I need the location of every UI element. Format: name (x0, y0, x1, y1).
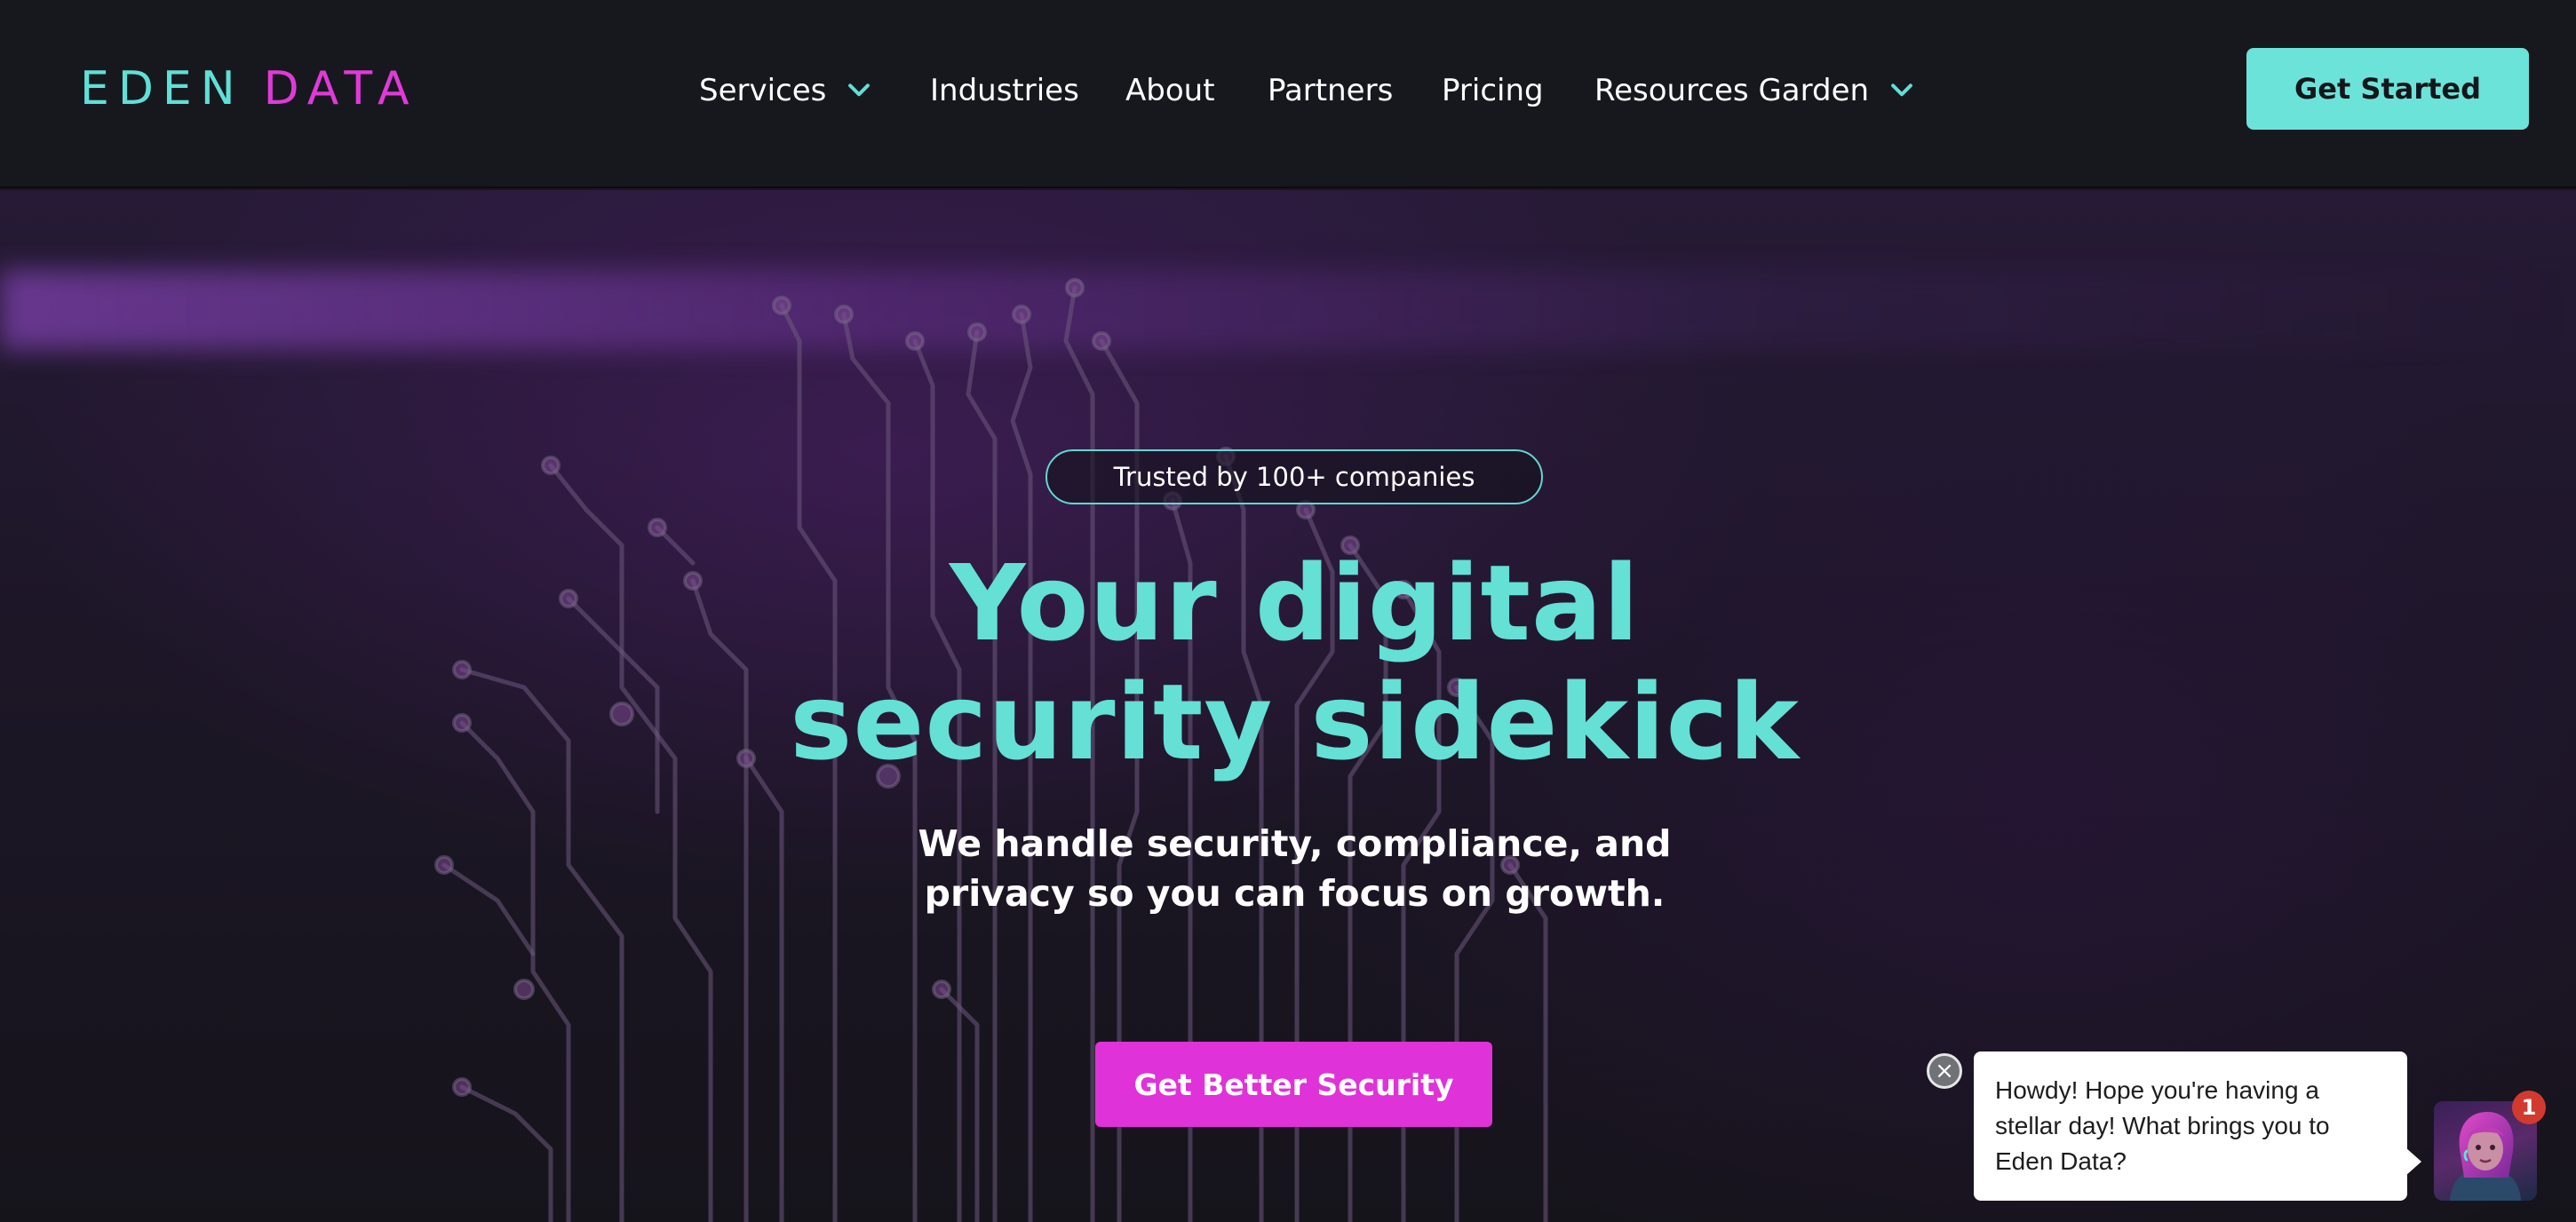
chat-message-text: Howdy! Hope you're having a stellar day!… (1995, 1076, 2330, 1175)
nav-item-services[interactable]: Services (699, 66, 874, 115)
nav-item-industries[interactable]: Industries (930, 66, 1079, 115)
logo-eden-text: EDEN (80, 62, 244, 115)
site-header: EDEN DATA Services Industries About Partn… (0, 0, 2576, 188)
nav-partners-label: Partners (1268, 73, 1394, 108)
nav-services-label: Services (699, 73, 827, 108)
hero-subheading: We handle security, compliance, and priv… (888, 819, 1701, 918)
hero-headline-line2: security sidekick (790, 661, 1800, 783)
chevron-down-icon (848, 83, 871, 97)
nav-resources-garden-label: Resources Garden (1594, 73, 1870, 108)
nav-item-resources-garden[interactable]: Resources Garden (1594, 66, 1917, 115)
nav-item-pricing[interactable]: Pricing (1442, 66, 1544, 115)
hero-subheading-line1: We handle security, compliance, and (918, 822, 1672, 865)
trusted-by-badge: Trusted by 100+ companies (1046, 449, 1543, 504)
nav-about-label: About (1125, 73, 1215, 108)
logo-data-text: DATA (263, 62, 418, 115)
nav-item-partners[interactable]: Partners (1268, 66, 1393, 115)
hero-headline: Your digital security sidekick (755, 544, 1834, 782)
chevron-down-icon (1891, 83, 1912, 97)
nav-item-about[interactable]: About (1125, 66, 1215, 115)
hero-subheading-line2: privacy so you can focus on growth. (924, 872, 1666, 915)
unread-count-badge: 1 (2512, 1091, 2546, 1124)
nav-industries-label: Industries (930, 73, 1079, 108)
get-better-security-button[interactable]: Get Better Security (1095, 1042, 1492, 1127)
chat-close-icon[interactable]: × (1927, 1053, 1962, 1089)
eden-data-logo[interactable]: EDEN DATA (80, 62, 418, 115)
get-started-button[interactable]: Get Started (2246, 48, 2529, 130)
hero-headline-line1: Your digital (949, 542, 1641, 664)
nav-pricing-label: Pricing (1442, 73, 1544, 108)
chat-message-bubble[interactable]: Howdy! Hope you're having a stellar day!… (1974, 1051, 2421, 1201)
